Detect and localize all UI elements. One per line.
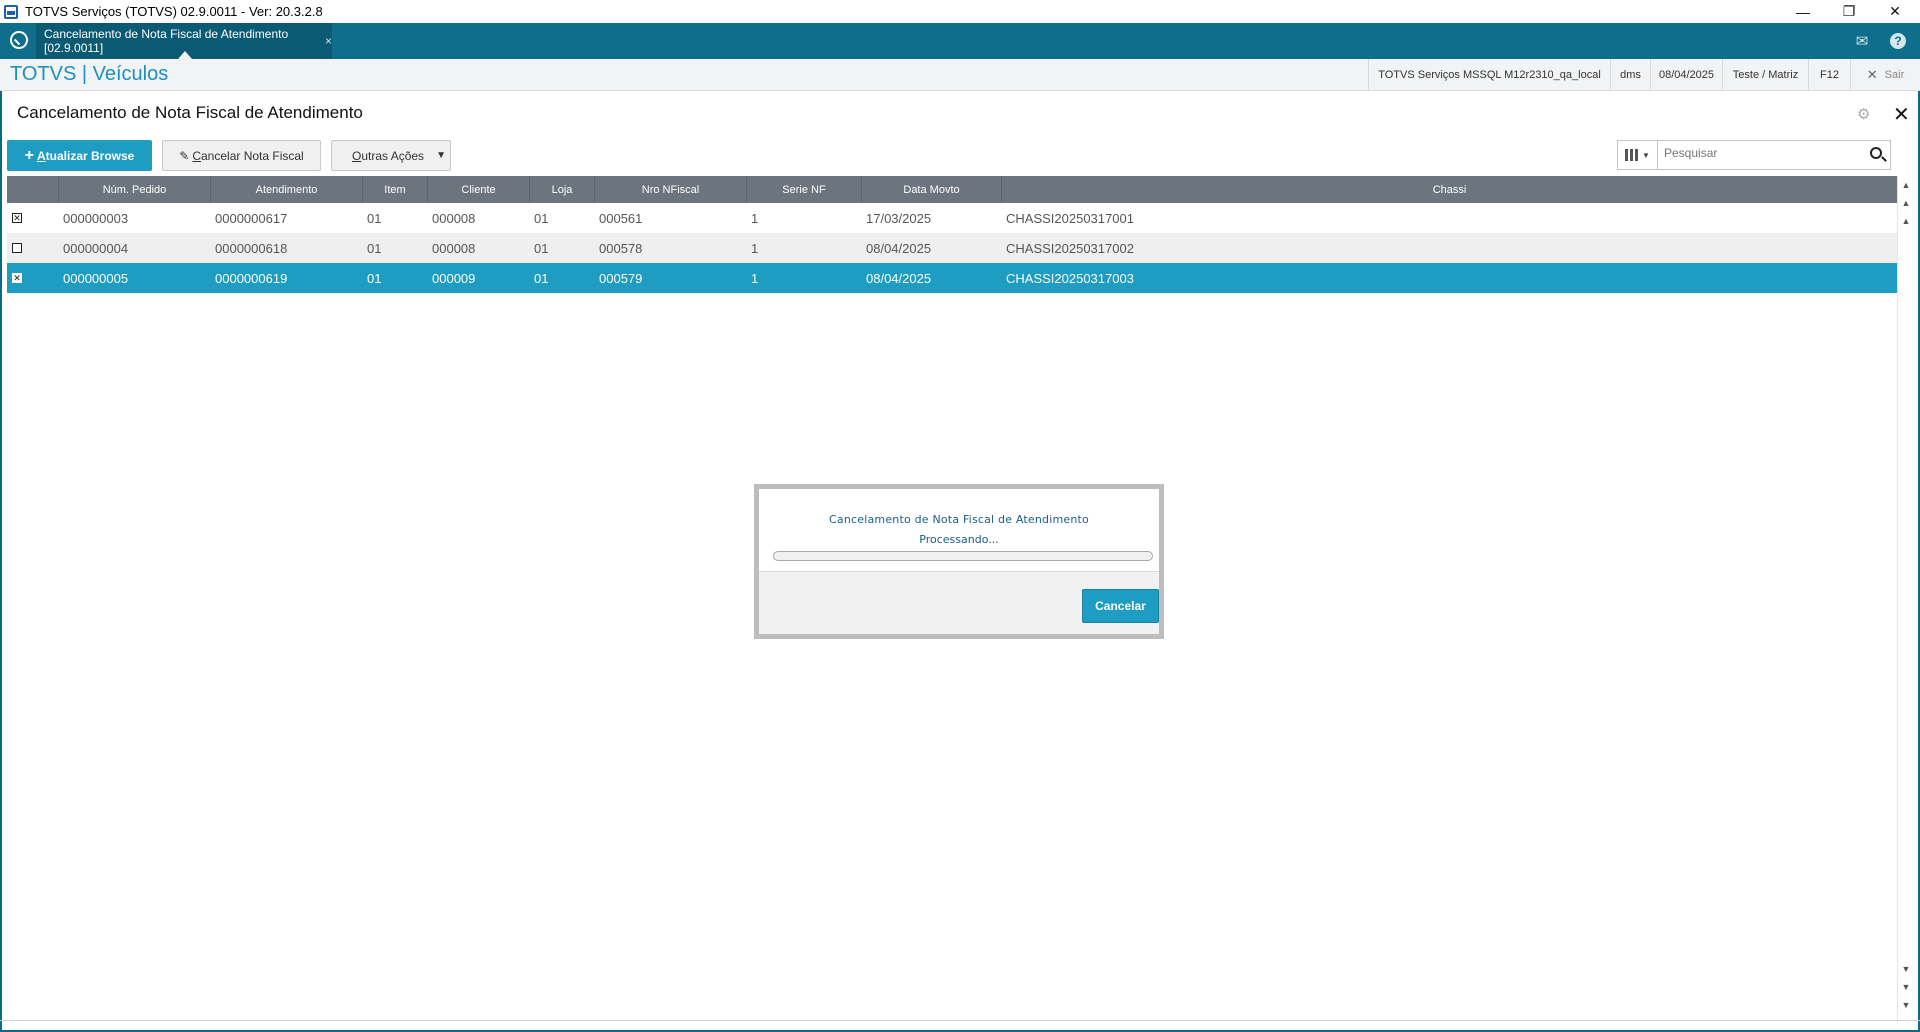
table-cell: 01 xyxy=(367,270,382,286)
search-box: ▼ xyxy=(1617,140,1891,170)
row-checkbox[interactable] xyxy=(12,243,22,253)
column-header[interactable]: Serie NF xyxy=(747,176,862,203)
tab-bar: Cancelamento de Nota Fiscal de Atendimen… xyxy=(0,23,1920,59)
table-cell: 01 xyxy=(534,270,549,286)
caret-down-icon: ▼ xyxy=(1642,150,1650,160)
table-cell: 08/04/2025 xyxy=(866,240,932,256)
dialog-status: Processando... xyxy=(919,533,999,546)
gear-icon[interactable]: ⚙ xyxy=(1857,105,1870,123)
environment-info[interactable]: TOTVS Serviços MSSQL M12r2310_qa_local xyxy=(1368,59,1610,91)
columns-icon xyxy=(1625,149,1639,161)
app-header: TOTVS | Veículos TOTVS Serviços MSSQL M1… xyxy=(0,59,1920,91)
tab-close-icon[interactable]: × xyxy=(325,34,332,48)
table-cell: 000561 xyxy=(599,210,643,226)
progress-bar xyxy=(773,551,1153,561)
cancel-nf-label: Cancelar Nota Fiscal xyxy=(192,148,304,163)
table-cell: 000008 xyxy=(432,240,476,256)
more-actions-button[interactable]: Outras Ações ▼ xyxy=(331,140,451,171)
window-close-button[interactable]: ✕ xyxy=(1872,0,1918,23)
table-cell: 08/04/2025 xyxy=(866,270,932,286)
table-row[interactable]: 000000004 0000000618 01 000008 01 000578 1 08/0… xyxy=(7,233,1897,263)
search-icon[interactable] xyxy=(1870,147,1882,159)
column-header[interactable]: Cliente xyxy=(428,176,530,203)
status-divider xyxy=(0,1020,1920,1021)
plus-icon: + xyxy=(24,146,34,164)
cancel-nf-button[interactable]: ✎ Cancelar Nota Fiscal xyxy=(162,140,321,171)
vertical-scrollbar[interactable]: ▲ ▲ ▲ ▼ ▼ ▼ xyxy=(1897,176,1913,1022)
header-checkbox-column[interactable] xyxy=(7,176,59,203)
table-cell: 1 xyxy=(751,210,759,226)
page-title: Cancelamento de Nota Fiscal de Atendimen… xyxy=(17,103,363,122)
table-cell: 1 xyxy=(751,240,759,256)
column-header[interactable]: Item xyxy=(363,176,428,203)
company-info[interactable]: Teste / Matriz xyxy=(1722,59,1808,91)
column-header[interactable]: Loja xyxy=(530,176,595,203)
table-cell: 01 xyxy=(367,240,382,256)
column-header[interactable]: Atendimento xyxy=(211,176,363,203)
exit-button[interactable]: ✕ Sair xyxy=(1850,59,1920,91)
dialog-cancel-button[interactable]: Cancelar xyxy=(1082,589,1159,623)
home-icon[interactable] xyxy=(10,31,28,49)
table-cell: 000000003 xyxy=(63,210,129,226)
table-cell: CHASSI20250317002 xyxy=(1006,240,1134,256)
column-header[interactable]: Data Movto xyxy=(862,176,1002,203)
date-info[interactable]: 08/04/2025 xyxy=(1650,59,1722,91)
table-cell: 000008 xyxy=(432,210,476,226)
caret-down-icon: ▼ xyxy=(436,150,446,161)
table-cell: 000009 xyxy=(432,270,476,286)
app-icon xyxy=(4,4,18,19)
refresh-browse-button[interactable]: + Atualizar Browse xyxy=(7,140,152,171)
scroll-page-up-icon[interactable]: ▲ xyxy=(1898,194,1914,212)
help-button[interactable]: ? xyxy=(1886,29,1910,53)
column-header[interactable]: Nro NFiscal xyxy=(595,176,747,203)
dialog-title: Cancelamento de Nota Fiscal de Atendimen… xyxy=(829,513,1089,526)
table-cell: 000578 xyxy=(599,240,643,256)
table-cell: 0000000619 xyxy=(215,270,288,286)
scroll-bottom-icon[interactable]: ▼ xyxy=(1898,996,1914,1014)
table-cell: 01 xyxy=(534,210,549,226)
column-header[interactable]: Núm. Pedido xyxy=(59,176,211,203)
scroll-top-icon[interactable]: ▲ xyxy=(1898,176,1914,194)
column-header[interactable]: Chassi xyxy=(1002,176,1897,203)
column-config-button[interactable]: ▼ xyxy=(1618,141,1658,169)
exit-label: Sair xyxy=(1884,69,1905,81)
help-icon: ? xyxy=(1890,33,1906,49)
more-actions-label: Outras Ações xyxy=(352,148,425,163)
f12-shortcut[interactable]: F12 xyxy=(1808,59,1850,91)
scroll-page-down-icon[interactable]: ▼ xyxy=(1898,978,1914,996)
table-cell: 1 xyxy=(751,270,759,286)
table-cell: 17/03/2025 xyxy=(866,210,932,226)
table-cell: CHASSI20250317003 xyxy=(1006,270,1134,286)
refresh-browse-label: Atualizar Browse xyxy=(36,148,135,163)
minimize-button[interactable]: — xyxy=(1780,0,1826,23)
table-row[interactable]: ✕ 000000003 0000000617 01 000008 01 000561 1 17/… xyxy=(7,203,1897,233)
window-title: TOTVS Serviços (TOTVS) 02.9.0011 - Ver: … xyxy=(25,4,323,19)
table-cell: 0000000618 xyxy=(215,240,288,256)
progress-dialog: Cancelamento de Nota Fiscal de Atendimen… xyxy=(754,484,1164,639)
window-titlebar: TOTVS Serviços (TOTVS) 02.9.0011 - Ver: … xyxy=(0,0,1920,23)
pencil-icon: ✎ xyxy=(179,148,190,163)
search-input[interactable] xyxy=(1664,146,1864,160)
dialog-footer: Cancelar xyxy=(759,571,1159,634)
table-cell: 01 xyxy=(367,210,382,226)
active-tab-caret xyxy=(178,51,192,59)
table-cell: 000000004 xyxy=(63,240,129,256)
row-checkbox[interactable]: ✕ xyxy=(12,273,22,283)
table-cell: 000579 xyxy=(599,270,643,286)
user-info[interactable]: dms xyxy=(1610,59,1650,91)
table-row[interactable]: ✕ 000000005 0000000619 01 000009 01 000579 1 08/… xyxy=(7,263,1897,293)
table-cell: CHASSI20250317001 xyxy=(1006,210,1134,226)
close-page-icon[interactable]: ✕ xyxy=(1893,102,1910,127)
exit-icon: ✕ xyxy=(1866,67,1878,82)
table-cell: 000000005 xyxy=(63,270,129,286)
row-checkbox[interactable]: ✕ xyxy=(12,213,22,223)
mail-icon[interactable]: ✉ xyxy=(1850,29,1874,53)
scroll-up-icon[interactable]: ▲ xyxy=(1898,212,1914,230)
restore-button[interactable]: ❐ xyxy=(1826,0,1872,23)
table-cell: 0000000617 xyxy=(215,210,288,226)
scroll-down-icon[interactable]: ▼ xyxy=(1898,960,1914,978)
grid-header: Núm. Pedido Atendimento Item Cliente Loj… xyxy=(7,176,1897,203)
brand-title: TOTVS | Veículos xyxy=(10,63,169,85)
table-cell: 01 xyxy=(534,240,549,256)
